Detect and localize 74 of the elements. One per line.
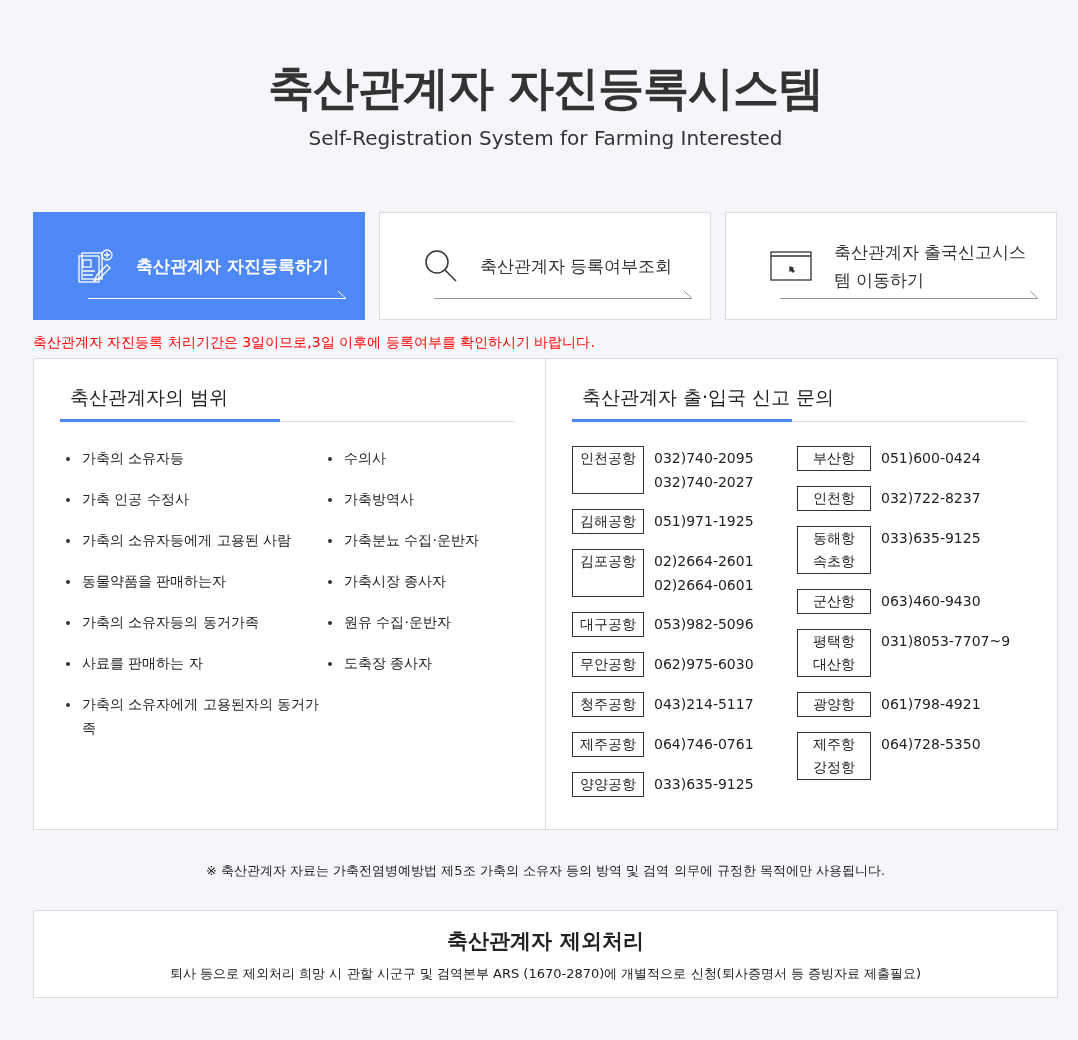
bullet-icon	[66, 621, 70, 625]
phone-number: 02)2664-0601	[654, 576, 754, 595]
phone-number: 064)746-0761	[654, 735, 754, 754]
list-item: 동물약품을 판매하는자	[82, 572, 227, 591]
phone-number: 033)635-9125	[881, 529, 981, 548]
list-item: 원유 수집·운반자	[344, 613, 451, 632]
list-item: 도축장 종사자	[344, 654, 433, 673]
notice-text: 축산관계자 자진등록 처리기간은 3일이므로,3일 이후에 등록여부를 확인하시기 바랍니다.	[33, 334, 595, 352]
location-label: 광양항	[797, 692, 871, 717]
phone-number: 032)740-2095	[654, 449, 754, 468]
phone-number: 032)722-8237	[881, 489, 981, 508]
bullet-icon	[328, 621, 332, 625]
bullet-icon	[328, 498, 332, 502]
location-label: 인천항	[797, 486, 871, 511]
location-label: 제주공항	[572, 732, 644, 757]
bullet-icon	[66, 703, 70, 707]
phone-number: 064)728-5350	[881, 735, 981, 754]
action-label: 축산관계자 자진등록하기	[136, 255, 329, 278]
phone-number: 031)8053-7707~9	[881, 632, 1011, 651]
list-item: 가축 인공 수정사	[82, 490, 189, 509]
exclusion-title: 축산관계자 제외처리	[447, 928, 644, 955]
document-pen-icon	[78, 249, 114, 283]
bullet-icon	[66, 662, 70, 666]
location-label: 평택항 대산항	[797, 629, 871, 677]
browser-window-icon	[770, 251, 812, 281]
action-label: 축산관계자 출국신고시스템 이동하기	[834, 241, 1028, 292]
section-heading: 축산관계자의 범위	[70, 385, 229, 410]
phone-number: 051)600-0424	[881, 449, 981, 468]
phone-number: 063)460-9430	[881, 592, 981, 611]
bullet-icon	[66, 580, 70, 584]
bullet-icon	[328, 457, 332, 461]
location-label: 제주항 강정항	[797, 732, 871, 780]
location-label: 군산항	[797, 589, 871, 614]
list-item: 가축시장 종사자	[344, 572, 447, 591]
location-label: 인천공항	[572, 446, 644, 494]
list-item: 가축방역사	[344, 490, 414, 509]
location-label: 대구공항	[572, 612, 644, 637]
bullet-icon	[66, 539, 70, 543]
list-item: 가축의 소유자에게 고용된자의 동거가족	[82, 695, 321, 738]
search-icon	[424, 249, 458, 283]
location-label: 김포공항	[572, 549, 644, 597]
location-label: 김해공항	[572, 509, 644, 534]
section-heading: 축산관계자 출·입국 신고 문의	[582, 385, 835, 410]
list-item: 가축의 소유자등의 동거가족	[82, 613, 259, 632]
phone-number: 051)971-1925	[654, 512, 754, 531]
list-item: 가축의 소유자등	[82, 449, 185, 468]
location-label: 양양공항	[572, 772, 644, 797]
location-label: 동해항 속초항	[797, 526, 871, 574]
bullet-icon	[328, 539, 332, 543]
bullet-icon	[328, 580, 332, 584]
phone-number: 033)635-9125	[654, 775, 754, 794]
footnote-text: ※ 축산관계자 자료는 가축전염병예방법 제5조 가축의 소유자 등의 방역 및 검역 의무에 규정한 목적에만 사용됩니다.	[205, 862, 886, 880]
location-label: 부산항	[797, 446, 871, 471]
page-subtitle: Self-Registration System for Farming Interested	[308, 126, 783, 150]
page-title: 축산관계자 자진등록시스템	[268, 60, 823, 117]
list-item: 사료를 판매하는 자	[82, 654, 203, 673]
exclusion-text: 퇴사 등으로 제외처리 희망 시 관할 시군구 및 검역본부 ARS (1670-2870)에 개별적으로 신청(퇴사증명서 등 증빙자료 제출필요)	[169, 965, 922, 983]
phone-number: 061)798-4921	[881, 695, 981, 714]
phone-number: 062)975-6030	[654, 655, 754, 674]
bullet-icon	[66, 498, 70, 502]
bullet-icon	[66, 457, 70, 461]
action-button[interactable]: 축산관계자 출국신고시스템 이동하기	[725, 212, 1057, 320]
action-label: 축산관계자 등록여부조회	[480, 255, 673, 278]
phone-number: 032)740-2027	[654, 473, 754, 492]
action-button[interactable]: 축산관계자 등록여부조회	[379, 212, 711, 320]
list-item: 수의사	[344, 449, 386, 468]
phone-number: 02)2664-2601	[654, 552, 754, 571]
location-label: 청주공항	[572, 692, 644, 717]
location-label: 무안공항	[572, 652, 644, 677]
list-item: 가축의 소유자등에게 고용된 사람	[82, 531, 292, 550]
phone-number: 053)982-5096	[654, 615, 754, 634]
phone-number: 043)214-5117	[654, 695, 754, 714]
list-item: 가축분뇨 수집·운반자	[344, 531, 479, 550]
bullet-icon	[328, 662, 332, 666]
